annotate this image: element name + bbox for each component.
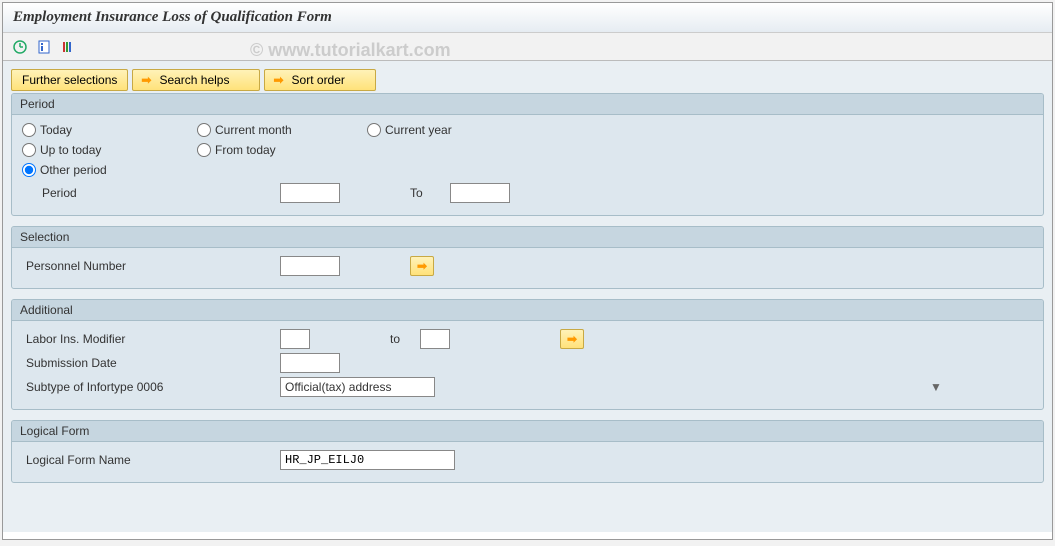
selection-group: Selection Personnel Number ➡ (11, 226, 1044, 289)
search-helps-label: Search helps (159, 73, 229, 87)
period-to-input[interactable] (450, 183, 510, 203)
radio-up-to-today[interactable]: Up to today (22, 143, 197, 157)
sort-order-button[interactable]: ➡ Sort order (264, 69, 375, 91)
submission-date-label: Submission Date (22, 356, 280, 370)
radio-current-year-label: Current year (385, 123, 452, 137)
radio-other-period-input[interactable] (22, 163, 36, 177)
period-group: Period Today Current month Current year (11, 93, 1044, 216)
radio-today[interactable]: Today (22, 123, 197, 137)
info-icon[interactable] (35, 38, 53, 56)
app-toolbar (3, 33, 1052, 61)
subtype-select[interactable]: Official(tax) address (280, 377, 435, 397)
labor-more-button[interactable]: ➡ (560, 329, 584, 349)
radio-up-to-today-input[interactable] (22, 143, 36, 157)
radio-from-today[interactable]: From today (197, 143, 367, 157)
period-to-label: To (410, 186, 450, 200)
arrow-right-icon: ➡ (273, 73, 283, 87)
logical-form-header: Logical Form (12, 421, 1043, 442)
arrow-right-icon: ➡ (567, 332, 577, 346)
radio-other-period-label: Other period (40, 163, 107, 177)
personnel-number-label: Personnel Number (22, 259, 280, 273)
further-selections-button[interactable]: Further selections (11, 69, 128, 91)
radio-current-month[interactable]: Current month (197, 123, 367, 137)
subtype-label: Subtype of Infortype 0006 (22, 380, 280, 394)
selection-header: Selection (12, 227, 1043, 248)
arrow-right-icon: ➡ (141, 73, 151, 87)
radio-today-label: Today (40, 123, 72, 137)
radio-from-today-input[interactable] (197, 143, 211, 157)
sort-order-label: Sort order (292, 73, 345, 87)
period-header: Period (12, 94, 1043, 115)
personnel-more-button[interactable]: ➡ (410, 256, 434, 276)
further-selections-label: Further selections (22, 73, 117, 87)
arrow-right-icon: ➡ (417, 259, 427, 273)
radio-from-today-label: From today (215, 143, 276, 157)
submission-date-input[interactable] (280, 353, 340, 373)
content-area: Further selections ➡ Search helps ➡ Sort… (3, 61, 1052, 532)
labor-to-label: to (390, 332, 420, 346)
radio-today-input[interactable] (22, 123, 36, 137)
additional-group: Additional Labor Ins. Modifier to ➡ Subm… (11, 299, 1044, 410)
radio-current-month-input[interactable] (197, 123, 211, 137)
page-title: Employment Insurance Loss of Qualificati… (3, 3, 1052, 33)
radio-current-month-label: Current month (215, 123, 292, 137)
radio-current-year-input[interactable] (367, 123, 381, 137)
additional-header: Additional (12, 300, 1043, 321)
labor-ins-from-input[interactable] (280, 329, 310, 349)
personnel-number-input[interactable] (280, 256, 340, 276)
logical-form-name-label: Logical Form Name (22, 453, 280, 467)
radio-up-to-today-label: Up to today (40, 143, 101, 157)
subtype-select-value: Official(tax) address (285, 380, 391, 394)
main-frame: Employment Insurance Loss of Qualificati… (2, 2, 1053, 540)
logical-form-name-input[interactable] (280, 450, 455, 470)
labor-ins-to-input[interactable] (420, 329, 450, 349)
period-from-label: Period (22, 186, 280, 200)
radio-other-period[interactable]: Other period (22, 163, 197, 177)
logical-form-group: Logical Form Logical Form Name (11, 420, 1044, 483)
search-helps-button[interactable]: ➡ Search helps (132, 69, 260, 91)
execute-icon[interactable] (11, 38, 29, 56)
labor-ins-label: Labor Ins. Modifier (22, 332, 280, 346)
bars-icon[interactable] (59, 38, 77, 56)
period-from-input[interactable] (280, 183, 340, 203)
button-row: Further selections ➡ Search helps ➡ Sort… (11, 69, 1044, 91)
chevron-down-icon[interactable]: ▼ (927, 378, 945, 396)
radio-current-year[interactable]: Current year (367, 123, 527, 137)
